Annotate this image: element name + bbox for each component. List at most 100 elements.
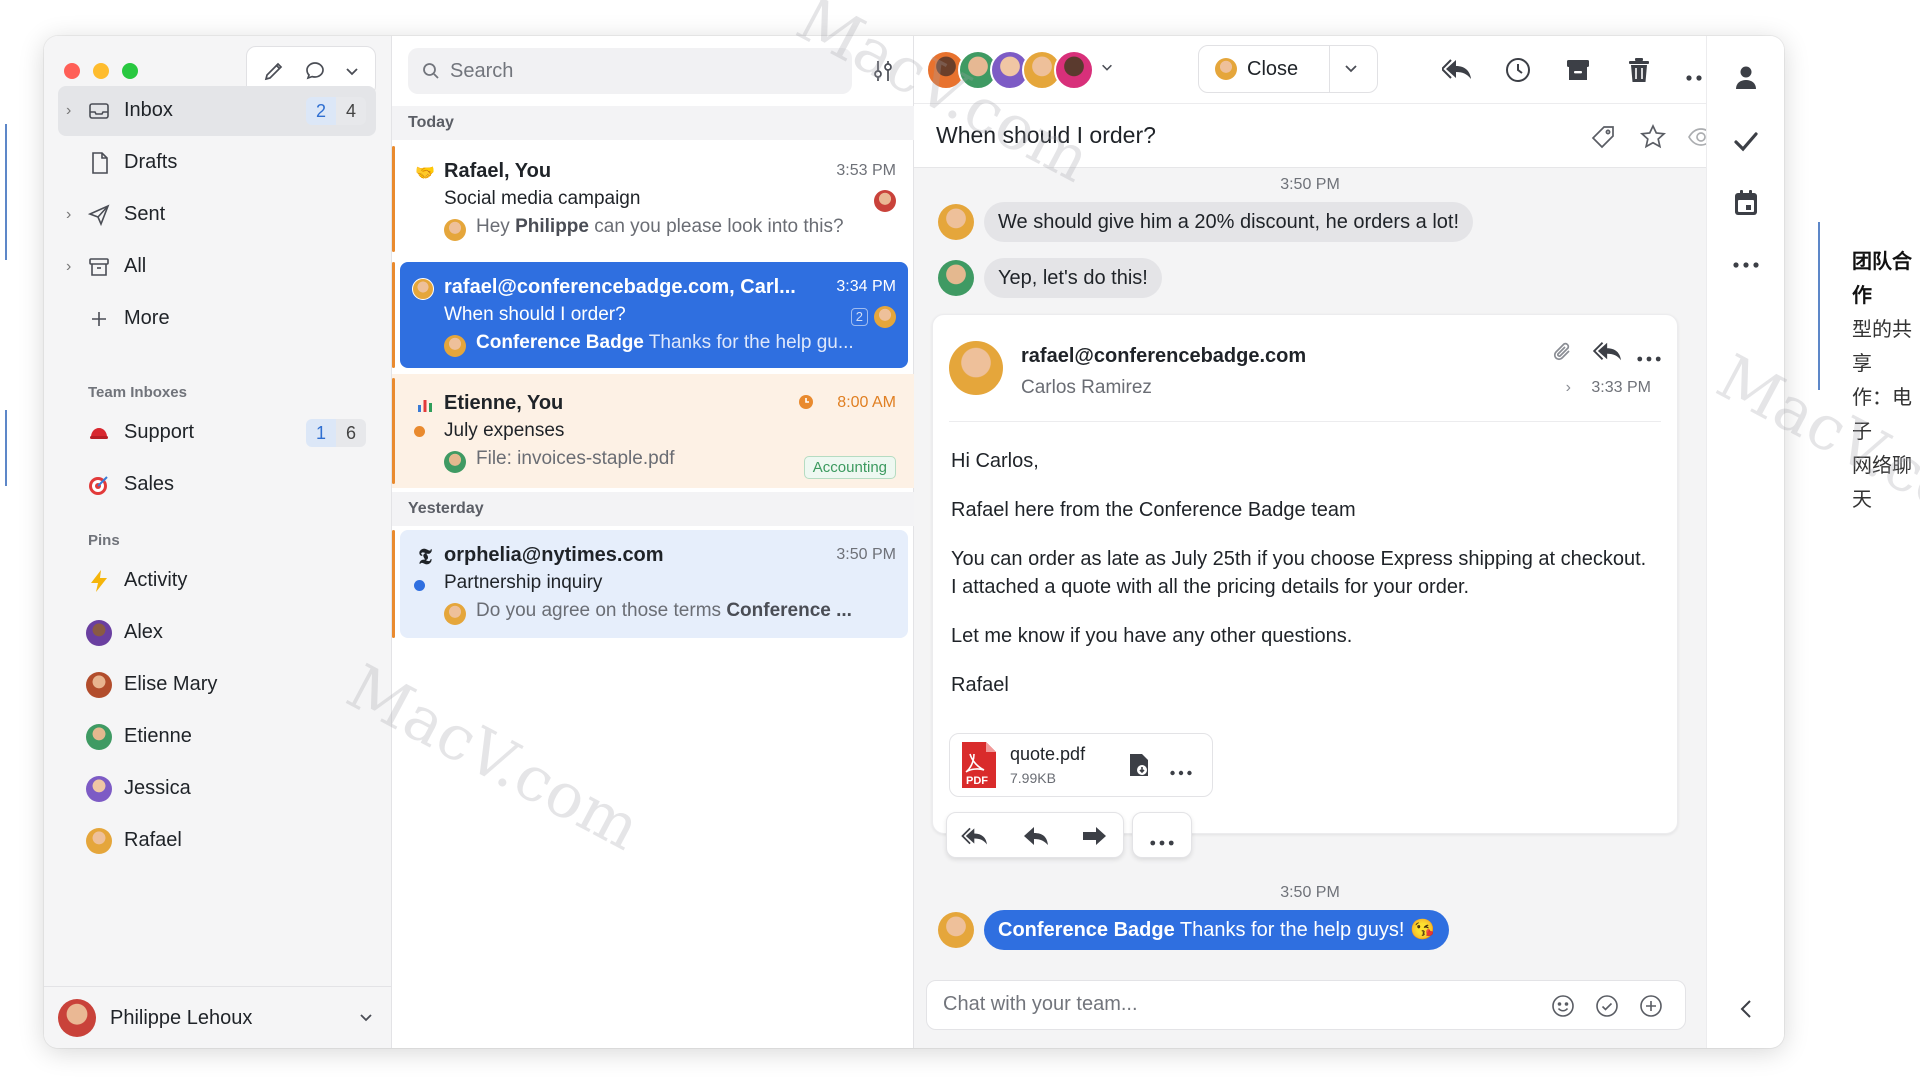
assignee-avatar <box>874 190 896 212</box>
decor-line-right <box>1818 222 1820 390</box>
split-divider <box>1329 46 1330 92</box>
contact-person-icon[interactable] <box>1731 62 1761 92</box>
unread-indicator-bar <box>392 262 395 368</box>
rafael-avatar <box>938 204 974 240</box>
file-type-label: PDF <box>966 775 988 787</box>
etienne-avatar <box>86 724 112 750</box>
tag-label-icon[interactable] <box>1590 124 1616 155</box>
sidebar-item-rafael[interactable]: Rafael <box>58 816 376 866</box>
chat-input[interactable] <box>943 993 1503 1016</box>
sidebar-item-jessica[interactable]: Jessica <box>58 764 376 814</box>
reply-all-icon[interactable] <box>1592 339 1625 368</box>
elise-mary-avatar <box>86 672 112 698</box>
save-file-icon[interactable] <box>1128 752 1150 783</box>
message-row[interactable]: 🤝 Rafael, You 3:53 PM Social media campa… <box>392 142 914 256</box>
sidebar-item-elise-mary[interactable]: Elise Mary <box>58 660 376 710</box>
forward-icon[interactable] <box>1081 825 1107 852</box>
sidebar-item-sent[interactable]: › Sent <box>58 190 376 240</box>
star-icon[interactable] <box>1640 124 1666 155</box>
sidebar-item-inbox[interactable]: › Inbox 2 4 <box>58 86 376 136</box>
reply-all-icon[interactable] <box>1440 56 1474 87</box>
sidebar-item-label: Jessica <box>124 777 191 799</box>
message-row[interactable]: 𝕿 orphelia@nytimes.com 3:50 PM Partnersh… <box>392 526 914 642</box>
attachment-quote-pdf[interactable]: PDF quote.pdf 7.99KB <box>949 733 1213 797</box>
message-row-selected[interactable]: rafael@conferencebadge.com, Carl... 3:34… <box>392 258 914 372</box>
more-options-icon[interactable] <box>1637 349 1661 367</box>
attachment-name: quote.pdf <box>1010 744 1086 764</box>
participants-chevron-down-icon[interactable] <box>1100 60 1114 90</box>
zoom-window-button[interactable] <box>122 63 138 79</box>
support-counts: 1 6 <box>305 419 366 447</box>
emoji-smiley-icon[interactable] <box>1551 994 1575 1023</box>
more-apps-icon[interactable] <box>1731 250 1761 280</box>
archive-icon[interactable] <box>1564 56 1592 89</box>
message-time: 3:50 PM <box>836 546 896 563</box>
close-window-button[interactable] <box>64 63 80 79</box>
message-subject: July expenses <box>444 420 565 441</box>
checkmark-circle-icon[interactable] <box>1595 994 1619 1023</box>
sidebar-item-alex[interactable]: Alex <box>58 608 376 658</box>
message-row[interactable]: Etienne, You 8:00 AM July expenses File:… <box>392 374 914 488</box>
sender-avatar <box>444 451 466 473</box>
user-name: Philippe Lehoux <box>110 1007 253 1029</box>
compose-pencil-icon[interactable] <box>262 59 286 83</box>
sidebar-item-support[interactable]: Support 1 6 <box>58 408 376 458</box>
current-user-bar[interactable]: Philippe Lehoux <box>44 986 392 1048</box>
participants-avatars[interactable] <box>926 50 1114 90</box>
message-preview: Conference Badge Thanks for the help gu.… <box>476 332 854 354</box>
sidebar-item-label: Etienne <box>124 725 192 747</box>
target-dart-icon <box>86 472 112 498</box>
reply-icon[interactable] <box>1023 825 1049 852</box>
side-text-line: 型的共享 <box>1852 317 1912 375</box>
close-options-chevron-down-icon[interactable] <box>1343 60 1359 81</box>
sidebar-item-activity[interactable]: Activity <box>58 556 376 606</box>
more-options-icon[interactable] <box>1150 833 1174 851</box>
message-time: 3:53 PM <box>836 162 896 179</box>
compose-chevron-down-icon[interactable] <box>344 63 360 79</box>
message-preview: Hey Philippe can you please look into th… <box>476 216 844 238</box>
rafael-avatar <box>86 828 112 854</box>
search-field[interactable] <box>408 48 852 94</box>
side-text-line: 团队合作 <box>1852 249 1912 307</box>
details-chevron-icon[interactable]: › <box>1566 379 1571 397</box>
attachment-more-icon[interactable] <box>1170 763 1192 781</box>
message-subject: Social media campaign <box>444 188 641 209</box>
decor-line-left-1 <box>5 124 7 260</box>
reply-all-icon[interactable] <box>961 825 991 852</box>
calendar-icon[interactable] <box>1731 188 1761 218</box>
close-conversation-button[interactable]: Close <box>1198 45 1378 93</box>
user-menu-chevron-down-icon[interactable] <box>358 1009 374 1030</box>
minimize-window-button[interactable] <box>93 63 109 79</box>
sidebar-item-sales[interactable]: Sales <box>58 460 376 510</box>
etienne-avatar <box>938 260 974 296</box>
sidebar-item-drafts[interactable]: Drafts <box>58 138 376 188</box>
expand-chevron-icon[interactable]: › <box>66 102 71 120</box>
chat-bubble-own: Conference Badge Thanks for the help guy… <box>984 910 1449 950</box>
tasks-checkmark-icon[interactable] <box>1731 126 1761 156</box>
expand-chevron-icon[interactable]: › <box>66 258 71 276</box>
trash-icon[interactable] <box>1626 56 1652 89</box>
team-chat-composer[interactable] <box>926 980 1686 1030</box>
add-circle-icon[interactable] <box>1639 994 1663 1023</box>
conversation-subject: When should I order? <box>936 122 1156 148</box>
sidebar-item-label: Sales <box>124 473 175 495</box>
inbox-counts: 2 4 <box>305 97 366 125</box>
chat-bubble: We should give him a 20% discount, he or… <box>984 202 1473 242</box>
accounting-tag[interactable]: Accounting <box>803 456 896 479</box>
snooze-clock-icon[interactable] <box>1504 56 1532 89</box>
side-text-line: 网络聊天 <box>1852 453 1912 511</box>
sidebar-item-etienne[interactable]: Etienne <box>58 712 376 762</box>
collapse-chevron-left-icon[interactable] <box>1731 994 1761 1024</box>
expand-chevron-icon[interactable]: › <box>66 206 71 224</box>
sidebar-item-all[interactable]: › All <box>58 242 376 292</box>
preview-text: can you please look into this? <box>588 216 844 237</box>
handshake-icon: 🤝 <box>415 165 435 182</box>
new-chat-bubble-icon[interactable] <box>303 59 327 83</box>
unread-indicator-bar <box>392 378 395 484</box>
search-input[interactable] <box>450 59 830 83</box>
sidebar-item-more[interactable]: More <box>58 294 376 344</box>
email-body-line: Hi Carlos, <box>951 450 1039 472</box>
alex-avatar <box>86 620 112 646</box>
sender-avatar <box>412 278 434 300</box>
filter-sliders-icon[interactable] <box>870 58 896 89</box>
